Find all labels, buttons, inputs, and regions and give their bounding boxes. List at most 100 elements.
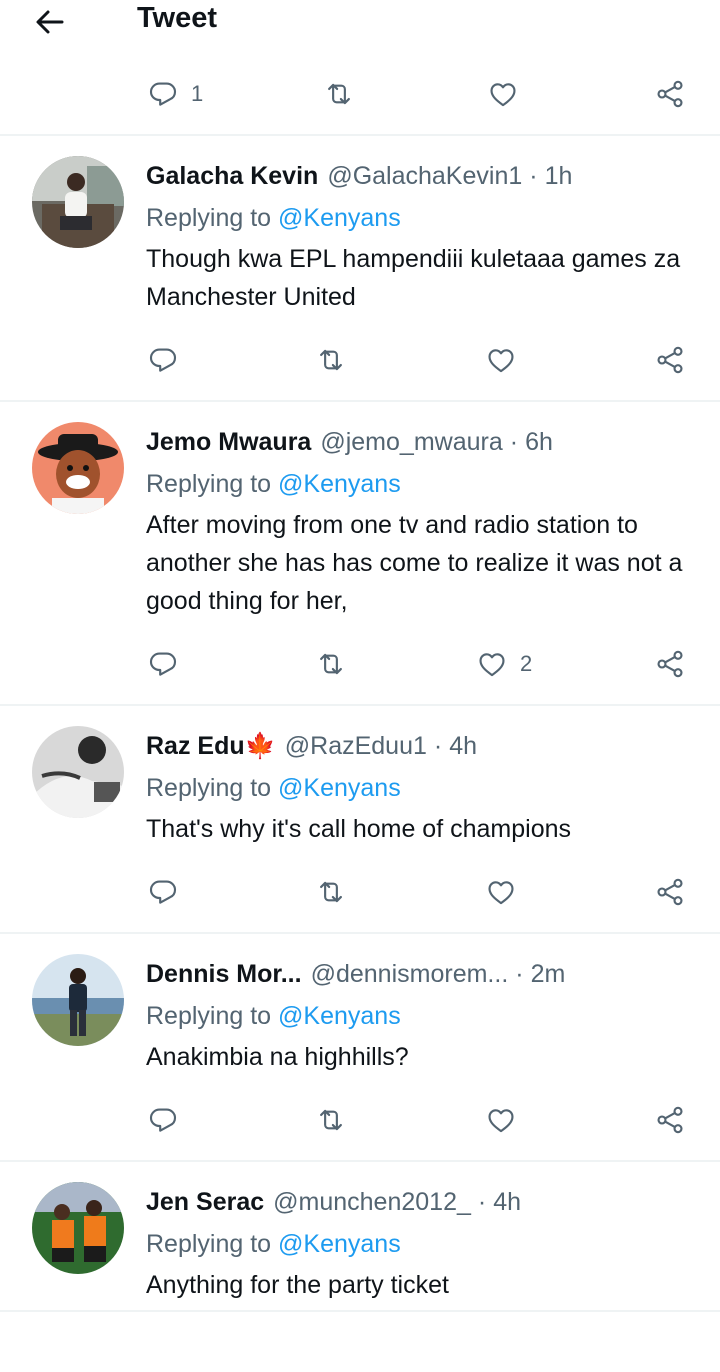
replying-to: Replying to @Kenyans	[146, 998, 401, 1034]
user-handle[interactable]: @GalachaKevin1	[327, 158, 522, 194]
more-dots-icon[interactable]	[650, 1190, 688, 1214]
like-button[interactable]	[485, 1100, 529, 1140]
user-handle[interactable]: @munchen2012_	[273, 1184, 471, 1220]
replying-to: Replying to @Kenyans	[146, 200, 401, 236]
mention-link[interactable]: @Kenyans	[278, 204, 401, 232]
divider	[0, 704, 720, 706]
heart-icon	[476, 648, 508, 680]
tweet-text-content: Though kwa EPL hampendiii kuletaaa games…	[146, 245, 681, 311]
retweet-button[interactable]	[315, 1100, 347, 1140]
retweet-icon	[315, 876, 347, 908]
mention-link[interactable]: @Kenyans	[278, 1230, 401, 1258]
retweet-button[interactable]	[315, 644, 347, 684]
app-header: Tweet	[0, 0, 720, 44]
mention-link[interactable]: @Kenyans	[278, 470, 401, 498]
tweet-actions	[0, 340, 720, 380]
tweet-actions: 2	[0, 644, 720, 684]
user-handle[interactable]: @RazEduu1	[285, 728, 427, 764]
main-tweet-actions: 1	[0, 74, 720, 114]
tweet-text: Anakimbia na highhills?	[146, 1038, 696, 1076]
avatar[interactable]	[32, 422, 124, 514]
separator-dot: ·	[529, 162, 538, 190]
replying-label: Replying to	[146, 204, 272, 232]
timestamp[interactable]: 1h	[545, 158, 573, 194]
more-dots-icon[interactable]	[650, 734, 688, 758]
flag-emoji: 🍁	[244, 732, 276, 760]
speech-bubble-icon	[147, 876, 179, 908]
divider	[0, 932, 720, 934]
user-handle[interactable]: @jemo_mwaura	[320, 424, 502, 460]
avatar[interactable]	[32, 156, 124, 248]
reply-button[interactable]	[147, 1100, 179, 1140]
arrow-left-icon[interactable]	[32, 4, 68, 40]
like-button[interactable]	[485, 872, 529, 912]
retweet-button[interactable]	[315, 872, 347, 912]
replying-label: Replying to	[146, 470, 272, 498]
display-name[interactable]: Jen Serac	[146, 1184, 264, 1220]
more-dots-icon[interactable]	[650, 962, 688, 986]
separator-dot: ·	[477, 1188, 487, 1216]
speech-bubble-icon	[147, 1104, 179, 1136]
divider	[0, 134, 720, 136]
display-name[interactable]: Dennis Mor...	[146, 956, 302, 992]
more-dots-icon[interactable]	[650, 164, 688, 188]
display-name[interactable]: Raz Edu	[146, 728, 245, 764]
share-button[interactable]	[654, 872, 686, 912]
replying-label: Replying to	[146, 1002, 272, 1030]
timestamp[interactable]: 6h	[525, 424, 553, 460]
mention-link[interactable]: @Kenyans	[278, 1002, 401, 1030]
retweet-button[interactable]	[315, 340, 347, 380]
heart-icon	[485, 1104, 517, 1136]
like-button[interactable]: 2	[476, 644, 532, 684]
reply-button[interactable]	[147, 340, 179, 380]
user-handle[interactable]: @dennismorem...	[311, 956, 509, 992]
timestamp[interactable]: 4h	[449, 728, 477, 764]
replying-to: Replying to @Kenyans	[146, 770, 401, 806]
tweet-text-content: That's why it's call home of champions	[146, 815, 571, 843]
display-name[interactable]: Jemo Mwaura	[146, 424, 311, 460]
share-button[interactable]	[654, 1100, 686, 1140]
page-title: Tweet	[137, 2, 218, 34]
heart-icon	[485, 344, 517, 376]
like-button[interactable]	[485, 340, 529, 380]
share-button[interactable]	[654, 340, 686, 380]
separator-dot: ·	[509, 428, 519, 456]
tweet-header: Galacha Kevin @GalachaKevin1 · 1h	[146, 158, 636, 194]
share-icon	[654, 1104, 686, 1136]
avatar[interactable]	[32, 1182, 124, 1274]
tweet-header: Jen Serac @munchen2012_ · 4h	[146, 1184, 636, 1220]
avatar[interactable]	[32, 954, 124, 1046]
share-icon	[654, 78, 686, 110]
separator-dot: ·	[515, 960, 524, 988]
share-icon	[654, 648, 686, 680]
reply-button[interactable]	[147, 644, 179, 684]
like-button[interactable]	[487, 74, 519, 114]
speech-bubble-icon	[147, 648, 179, 680]
heart-icon	[487, 78, 519, 110]
timestamp[interactable]: 4h	[493, 1184, 521, 1220]
divider	[0, 400, 720, 402]
tweet-text-content: Anything for the party ticket	[146, 1271, 449, 1299]
tweet-text-content: Anakimbia na highhills?	[146, 1043, 409, 1071]
reply-tweet[interactable]: Jen Serac @munchen2012_ · 4h Replying to @Ke…	[0, 1182, 720, 1372]
share-button[interactable]	[654, 74, 686, 114]
timestamp[interactable]: 2m	[531, 956, 566, 992]
retweet-icon	[315, 1104, 347, 1136]
share-icon	[654, 344, 686, 376]
reply-button[interactable]	[147, 872, 179, 912]
tweet-actions	[0, 872, 720, 912]
mention-link[interactable]: @Kenyans	[278, 774, 401, 802]
avatar[interactable]	[32, 726, 124, 818]
retweet-button[interactable]	[323, 74, 355, 114]
tweet-text: Anything for the party ticket	[146, 1266, 696, 1304]
display-name[interactable]: Galacha Kevin	[146, 158, 318, 194]
reply-count: 1	[191, 81, 204, 106]
tweet-text: That's why it's call home of champions	[146, 810, 696, 848]
share-icon	[654, 876, 686, 908]
share-button[interactable]	[654, 644, 686, 684]
more-dots-icon[interactable]	[650, 430, 688, 454]
tweet-header: Raz Edu 🍁 @RazEduu1 · 4h	[146, 728, 636, 764]
retweet-icon	[315, 648, 347, 680]
tweet-header: Dennis Mor... @dennismorem... · 2m	[146, 956, 636, 992]
reply-button[interactable]: 1	[147, 74, 203, 114]
